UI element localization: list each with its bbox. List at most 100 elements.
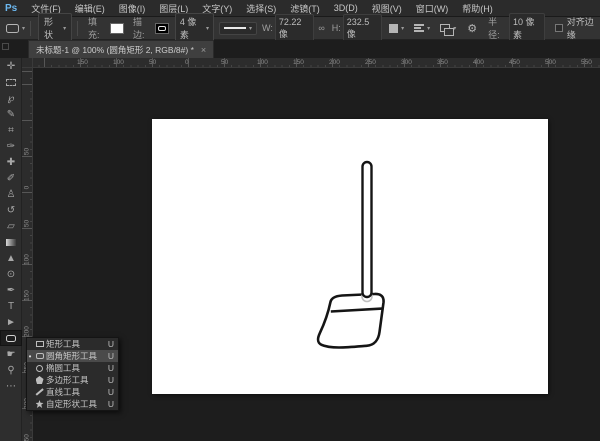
menu-help[interactable]: 帮助(H) xyxy=(455,2,500,15)
options-bar: ▾ 形状 ▾ 填充: 描边: 4 像素 ▾ ▾ W: 72.22 像 ∞ H: … xyxy=(0,17,600,40)
history-brush-tool[interactable]: ↺ xyxy=(0,202,22,218)
stroke-style-select[interactable]: ▾ xyxy=(219,22,257,35)
ruler-label: 50 xyxy=(149,59,156,66)
dodge-tool[interactable]: ⊙ xyxy=(0,266,22,282)
crop-tool[interactable]: ⌗ xyxy=(0,122,22,138)
width-field[interactable]: 72.22 像 xyxy=(275,14,314,42)
rectangle-tool-item[interactable]: 矩形工具 U xyxy=(27,338,118,350)
document-title: 未标题-1 @ 100% (圆角矩形 2, RGB/8#) * xyxy=(36,44,194,56)
path-alignment-button[interactable]: ▾ xyxy=(414,24,430,32)
radius-label: 半径: xyxy=(488,15,507,41)
menu-filter[interactable]: 滤镜(T) xyxy=(283,2,327,15)
pen-tool[interactable]: ✒ xyxy=(0,282,22,298)
stroke-width-field[interactable]: 4 像素 ▾ xyxy=(175,13,214,44)
brush-tool[interactable]: ✐ xyxy=(0,170,22,186)
shape-tool-flyout-menu: 矩形工具 U 圆角矩形工具 U 椭圆工具 U 多边形工具 U 直线工具 U 自定… xyxy=(26,337,119,411)
ruler-label: 0 xyxy=(24,181,31,195)
healing-brush-tool[interactable]: ✚ xyxy=(0,154,22,170)
radius-field[interactable]: 10 像素 xyxy=(509,13,545,44)
chevron-down-icon: ▾ xyxy=(63,25,66,32)
arrange-icon xyxy=(440,24,450,32)
blur-tool[interactable]: ▲ xyxy=(0,250,22,266)
ruler-origin-corner xyxy=(22,58,33,68)
ruler-label: 350 xyxy=(24,433,31,441)
ruler-label: 0 xyxy=(185,59,189,66)
more-tools[interactable]: ⋯ xyxy=(0,378,22,394)
fill-color-swatch[interactable] xyxy=(110,23,124,34)
ruler-label: 100 xyxy=(113,59,124,66)
polygon-tool-item[interactable]: 多边形工具 U xyxy=(27,374,118,386)
line-tool-item[interactable]: 直线工具 U xyxy=(27,386,118,398)
rounded-rectangle-preset-icon xyxy=(6,24,19,33)
panel-toggle-icon[interactable] xyxy=(2,43,9,50)
chevron-down-icon: ▾ xyxy=(206,25,209,32)
shape-tool[interactable] xyxy=(0,330,22,346)
ruler-label: 100 xyxy=(24,253,31,267)
rounded-rectangle-tool-item[interactable]: 圆角矩形工具 U xyxy=(27,350,118,362)
document-tab[interactable]: 未标题-1 @ 100% (圆角矩形 2, RGB/8#) * × xyxy=(28,40,214,58)
ruler-label: 200 xyxy=(329,59,340,66)
menu-window[interactable]: 窗口(W) xyxy=(409,2,456,15)
fill-label: 填充: xyxy=(88,15,107,41)
hand-tool[interactable]: ☛ xyxy=(0,346,22,362)
chevron-down-icon: ▾ xyxy=(22,25,25,32)
eraser-tool[interactable]: ▱ xyxy=(0,218,22,234)
align-icon xyxy=(414,24,424,32)
menu-select[interactable]: 选择(S) xyxy=(239,2,283,15)
tools-panel: ✛ ℘ ✎ ⌗ ✑ ✚ ✐ ♙ ↺ ▱ xyxy=(0,58,22,441)
ruler-label: 550 xyxy=(581,59,592,66)
align-edges-checkbox[interactable] xyxy=(555,24,563,32)
ruler-label: 150 xyxy=(293,59,304,66)
shape-icon xyxy=(33,391,46,393)
ruler-label: 500 xyxy=(545,59,556,66)
path-operations-button[interactable]: ▾ xyxy=(389,24,404,33)
path-arrangement-button[interactable]: ▾ xyxy=(440,24,456,32)
marquee-tool[interactable] xyxy=(0,74,22,90)
quick-selection-tool[interactable]: ✎ xyxy=(0,106,22,122)
ruler-label: 50 xyxy=(221,59,228,66)
link-dimensions-icon[interactable]: ∞ xyxy=(318,23,324,33)
geometry-options-button[interactable]: ⚙ xyxy=(467,22,477,35)
shape-icon xyxy=(33,400,46,408)
custom-shape-tool-item[interactable]: 自定形状工具 U xyxy=(27,398,118,410)
close-icon[interactable]: × xyxy=(201,45,206,55)
menu-3d[interactable]: 3D(D) xyxy=(327,3,365,13)
align-edges-label: 对齐边缘 xyxy=(567,15,600,41)
menu-items: 文件(F)编辑(E)图像(I)图层(L)文字(Y)选择(S)滤镜(T)3D(D)… xyxy=(24,0,500,16)
height-field[interactable]: 232.5 像 xyxy=(343,14,382,42)
clone-stamp-tool[interactable]: ♙ xyxy=(0,186,22,202)
gradient-tool[interactable] xyxy=(0,234,22,250)
ruler-label: 100 xyxy=(257,59,268,66)
shape-icon xyxy=(33,376,46,384)
ruler-label: 450 xyxy=(509,59,520,66)
document-tab-bar: 未标题-1 @ 100% (圆角矩形 2, RGB/8#) * × xyxy=(0,40,600,58)
lasso-tool[interactable]: ℘ xyxy=(0,90,22,106)
width-label: W: xyxy=(262,23,273,33)
broom-drawing xyxy=(152,119,548,394)
ellipse-tool-item[interactable]: 椭圆工具 U xyxy=(27,362,118,374)
horizontal-ruler[interactable]: 1501005005010015020025030035040045050055… xyxy=(33,58,600,68)
zoom-tool[interactable]: ⚲ xyxy=(0,362,22,378)
menu-view[interactable]: 视图(V) xyxy=(365,2,409,15)
tool-mode-select[interactable]: 形状 ▾ xyxy=(38,13,72,44)
shape-icon xyxy=(33,365,46,372)
move-tool[interactable]: ✛ xyxy=(0,58,22,74)
stroke-label: 描边: xyxy=(133,15,152,41)
tool-preset-picker[interactable]: ▾ xyxy=(0,17,25,39)
ruler-label: 150 xyxy=(24,289,31,303)
document-canvas[interactable] xyxy=(152,119,548,394)
ruler-label: 150 xyxy=(77,59,88,66)
ruler-label: 400 xyxy=(473,59,484,66)
type-tool[interactable]: T xyxy=(0,298,22,314)
path-selection-tool[interactable]: ► xyxy=(0,314,22,330)
ruler-label: 50 xyxy=(24,217,31,231)
ruler-label: 50 xyxy=(24,145,31,159)
eyedropper-tool[interactable]: ✑ xyxy=(0,138,22,154)
menu-edit[interactable]: 编辑(E) xyxy=(68,2,112,15)
stroke-color-swatch[interactable] xyxy=(155,23,169,34)
shape-icon xyxy=(33,341,46,347)
menu-image[interactable]: 图像(I) xyxy=(112,2,153,15)
photoshop-logo: Ps xyxy=(0,3,24,14)
chevron-down-icon: ▾ xyxy=(249,25,252,32)
height-label: H: xyxy=(332,23,341,33)
